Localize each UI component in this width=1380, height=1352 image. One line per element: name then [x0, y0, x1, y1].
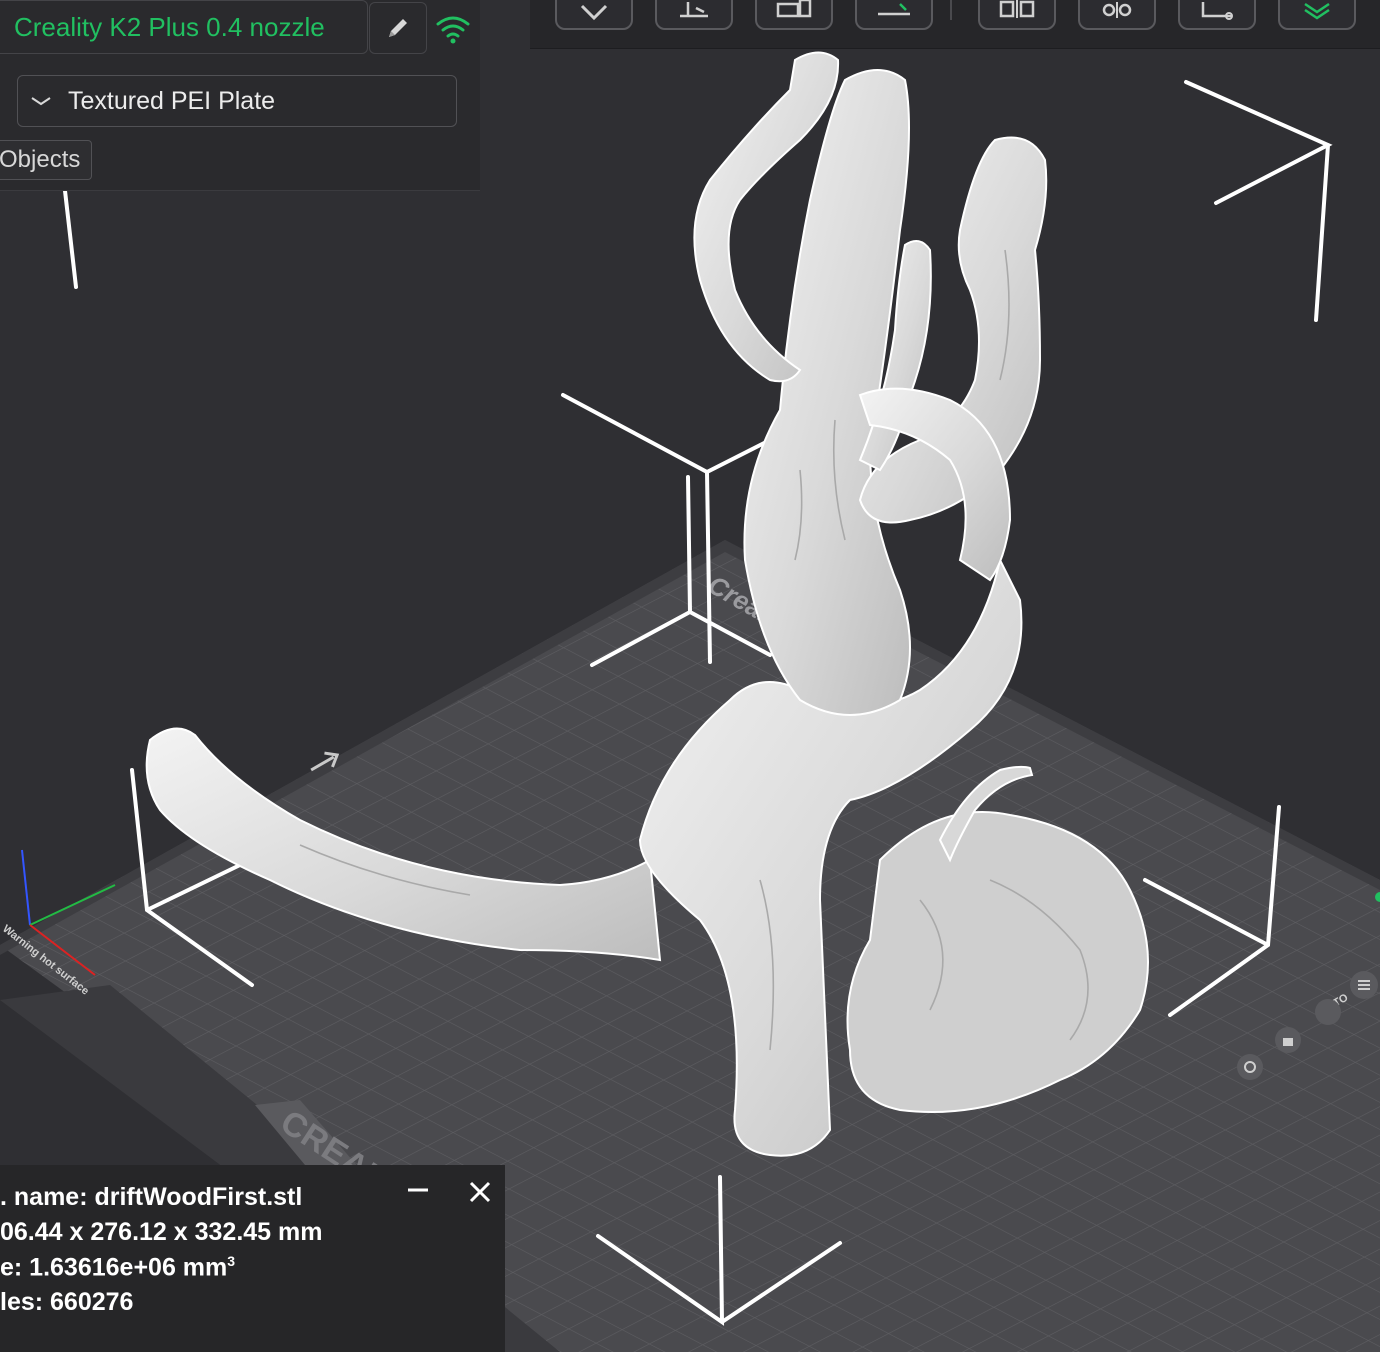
model-facets-line: les: 660276: [0, 1288, 134, 1316]
model-name-line: . name: driftWoodFirst.stl: [0, 1183, 303, 1211]
slice-icon[interactable]: [1278, 0, 1356, 30]
bed-settings-icon[interactable]: [1237, 1054, 1263, 1080]
printer-panel: Creality K2 Plus 0.4 nozzle Textured PEI…: [0, 0, 480, 191]
pencil-icon: [389, 19, 407, 37]
model-size-line: 06.44 x 276.12 x 332.45 mm: [0, 1218, 323, 1246]
bed-auto-icon[interactable]: [1315, 999, 1341, 1025]
toolbar-separator: [950, 0, 952, 20]
measure-icon[interactable]: [1178, 0, 1256, 30]
model-volume-value: e: 1.63616e+06 mm: [0, 1253, 228, 1282]
model-info-panel: . name: driftWoodFirst.stl 06.44 x 276.1…: [0, 1165, 505, 1352]
place-on-face-icon[interactable]: [555, 0, 633, 30]
chevron-down-icon: [31, 97, 51, 106]
volume-unit-superscript: 3: [227, 1253, 236, 1269]
settings-icon[interactable]: [1078, 0, 1156, 30]
top-toolbar: [530, 0, 1380, 49]
layout-icon[interactable]: [755, 0, 833, 30]
model-volume-line: e: 1.63616e+06 mm3: [0, 1253, 235, 1282]
tab-objects[interactable]: Objects: [0, 140, 92, 180]
bed-list-icon[interactable]: [1350, 971, 1378, 999]
minus-icon[interactable]: [405, 1177, 431, 1203]
printer-name-label: Creality K2 Plus 0.4 nozzle: [14, 11, 325, 42]
wifi-icon[interactable]: [436, 14, 470, 44]
plate-type-dropdown[interactable]: Textured PEI Plate: [17, 75, 457, 127]
plate-type-label: Textured PEI Plate: [68, 86, 276, 115]
objects-tab-label: Objects: [0, 146, 81, 173]
printer-selector[interactable]: Creality K2 Plus 0.4 nozzle: [0, 0, 368, 54]
auto-arrange-icon[interactable]: [655, 0, 733, 30]
bed-lock-icon[interactable]: [1275, 1027, 1301, 1053]
split-icon[interactable]: [978, 0, 1056, 30]
cut-icon[interactable]: [855, 0, 933, 30]
close-icon[interactable]: [467, 1179, 493, 1205]
edit-printer-button[interactable]: [369, 2, 427, 54]
3d-viewport[interactable]: CREALITY Creal Warning hot surface AUTO: [0, 0, 1380, 1352]
